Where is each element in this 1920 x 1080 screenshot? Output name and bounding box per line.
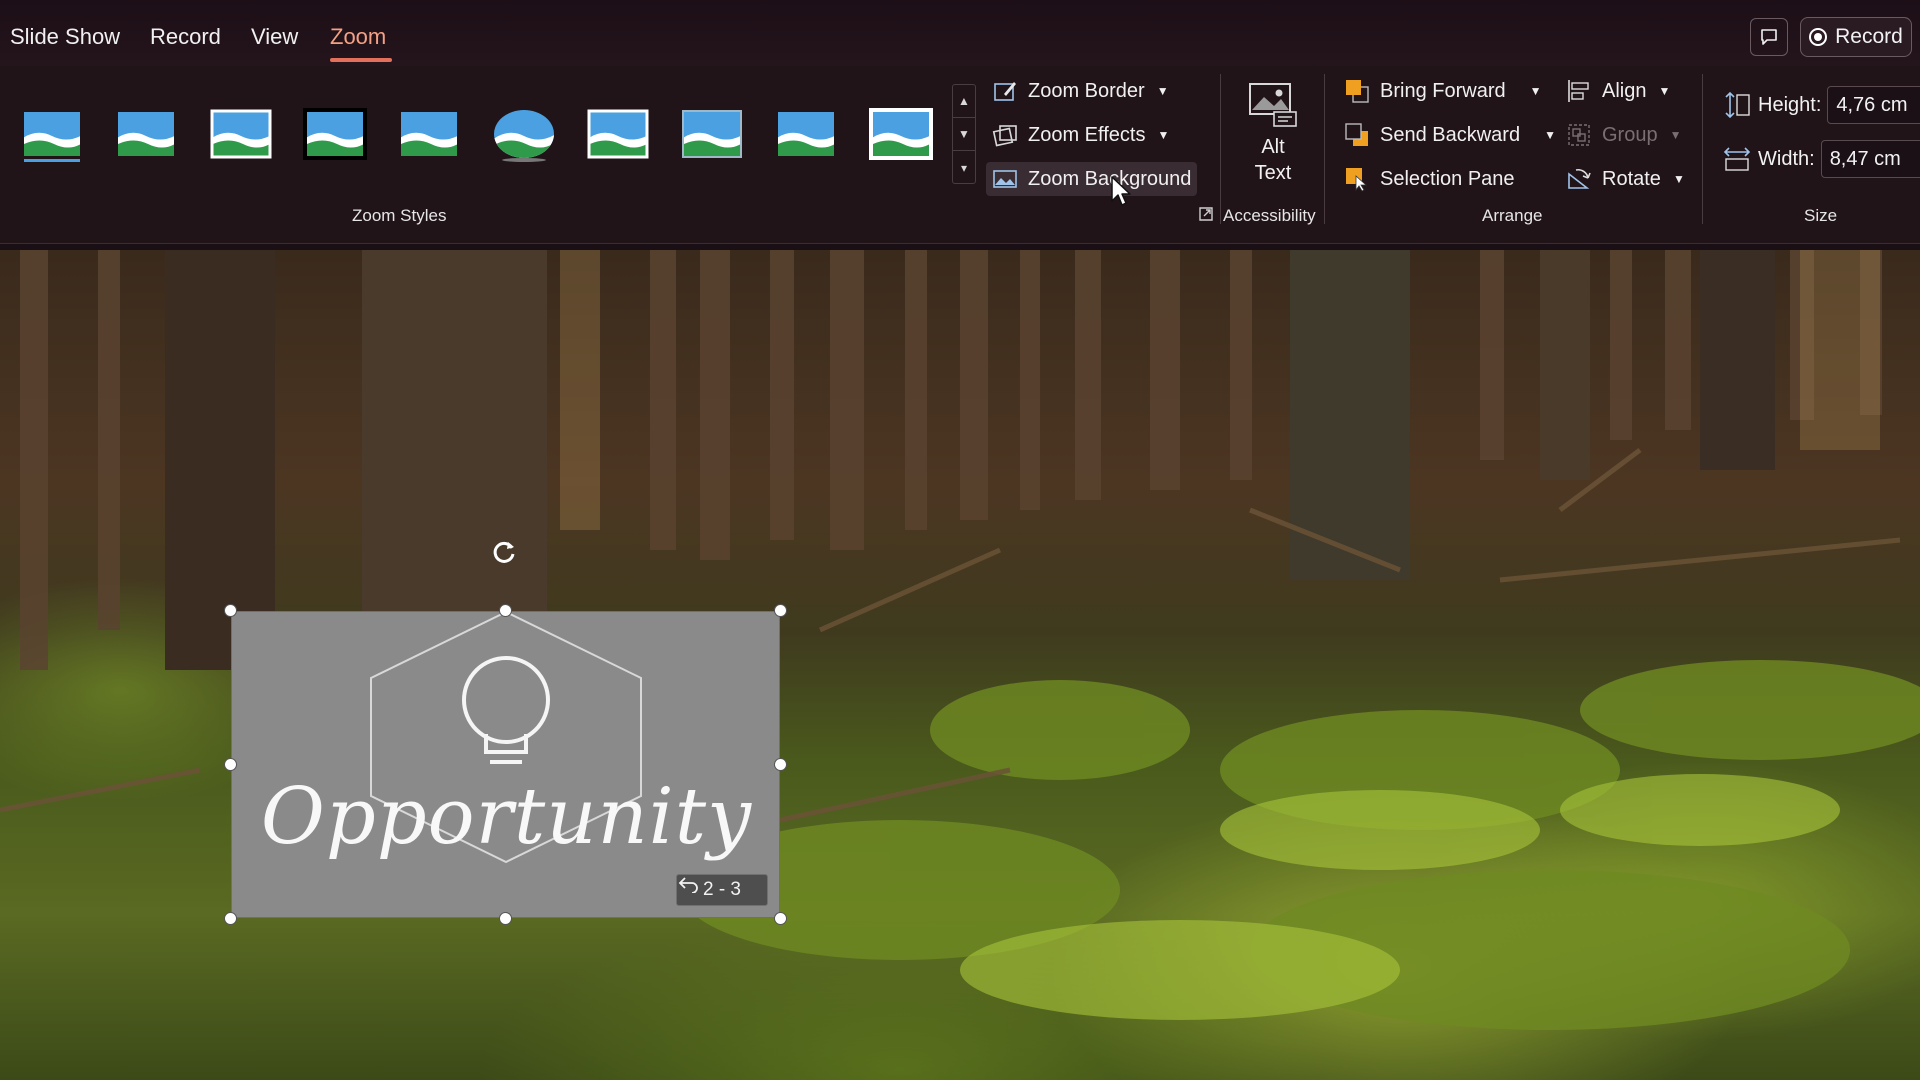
zoom-effects-icon bbox=[992, 122, 1018, 148]
selection-pane-icon bbox=[1344, 166, 1370, 192]
zoom-styles-group-label: Zoom Styles bbox=[352, 206, 447, 225]
tab-record[interactable]: Record bbox=[150, 24, 221, 50]
align-button[interactable]: Align ▼ bbox=[1560, 74, 1676, 108]
zoom-border-label: Zoom Border bbox=[1028, 79, 1145, 102]
record-button-label: Record bbox=[1835, 25, 1903, 48]
ribbon-separator bbox=[1324, 74, 1325, 224]
zoom-effects-button[interactable]: Zoom Effects ▼ bbox=[986, 118, 1175, 152]
gallery-down-icon[interactable]: ▼ bbox=[953, 118, 975, 151]
gallery-scroll: ▲ ▼ ▾ bbox=[952, 84, 976, 184]
zoom-object-title: Opportunity bbox=[260, 772, 753, 862]
active-tab-indicator bbox=[330, 58, 392, 62]
chevron-down-icon: ▼ bbox=[1672, 172, 1685, 186]
record-button[interactable]: Record bbox=[1800, 17, 1912, 57]
bring-forward-button[interactable]: Bring Forward ▼ bbox=[1338, 74, 1548, 108]
zoom-style-thumbnail[interactable] bbox=[114, 106, 178, 162]
slide-canvas[interactable]: Opportunity 2 - 3 bbox=[0, 250, 1920, 1080]
alt-text-icon bbox=[1249, 83, 1297, 127]
height-input[interactable]: 4,76 cm bbox=[1827, 86, 1920, 124]
comments-button[interactable] bbox=[1750, 18, 1788, 56]
chevron-down-icon: ▼ bbox=[1156, 84, 1169, 98]
chevron-down-icon[interactable]: ▼ bbox=[1544, 128, 1556, 142]
height-icon bbox=[1725, 91, 1750, 119]
rotate-icon bbox=[1566, 166, 1592, 192]
group-button[interactable]: Group ▼ bbox=[1560, 118, 1687, 152]
tab-view[interactable]: View bbox=[251, 24, 298, 50]
group-label: Group bbox=[1602, 123, 1658, 146]
zoom-border-button[interactable]: Zoom Border ▼ bbox=[986, 74, 1175, 108]
mouse-cursor-icon bbox=[1111, 176, 1131, 206]
rotate-button[interactable]: Rotate ▼ bbox=[1560, 162, 1691, 196]
gallery-more-icon[interactable]: ▾ bbox=[953, 151, 975, 184]
bring-forward-icon bbox=[1344, 78, 1370, 104]
accessibility-group-label: Accessibility bbox=[1223, 206, 1316, 225]
zoom-object[interactable]: Opportunity 2 - 3 bbox=[231, 611, 780, 918]
tab-zoom[interactable]: Zoom bbox=[330, 24, 386, 50]
alt-text-label-line2: Text bbox=[1254, 162, 1292, 184]
width-input[interactable]: 8,47 cm bbox=[1820, 140, 1920, 178]
zoom-border-icon bbox=[992, 78, 1018, 104]
tab-slide-show[interactable]: Slide Show bbox=[10, 24, 120, 50]
alt-text-button[interactable]: Alt Text bbox=[1240, 80, 1306, 192]
size-group-label: Size bbox=[1804, 206, 1838, 225]
align-icon bbox=[1566, 78, 1592, 104]
selection-pane-button[interactable]: Selection Pane bbox=[1338, 162, 1521, 196]
bring-forward-label: Bring Forward bbox=[1380, 79, 1506, 102]
zoom-style-thumbnail[interactable] bbox=[492, 106, 556, 162]
height-row: Height: 4,76 cm bbox=[1722, 86, 1920, 124]
chevron-down-icon[interactable]: ▼ bbox=[1530, 84, 1542, 98]
resize-handle-bottom-right[interactable] bbox=[774, 912, 787, 925]
alt-text-label-line1: Alt bbox=[1261, 136, 1285, 158]
chevron-down-icon: ▼ bbox=[1669, 128, 1682, 142]
zoom-thumbnail-graphic bbox=[370, 612, 642, 864]
zoom-style-thumbnail[interactable] bbox=[586, 106, 650, 162]
width-row: Width: 8,47 cm bbox=[1722, 140, 1920, 178]
arrange-group-label: Arrange bbox=[1482, 206, 1543, 225]
zoom-style-thumbnail[interactable] bbox=[302, 106, 367, 162]
width-label: Width: bbox=[1758, 147, 1815, 170]
zoom-slide-range: 2 - 3 bbox=[702, 879, 742, 900]
zoom-style-thumbnail[interactable] bbox=[397, 106, 461, 162]
resize-handle-top-right[interactable] bbox=[774, 604, 787, 617]
align-label: Align bbox=[1602, 79, 1647, 102]
record-icon bbox=[1809, 28, 1828, 46]
selection-pane-label: Selection Pane bbox=[1380, 167, 1515, 190]
zoom-effects-label: Zoom Effects bbox=[1028, 123, 1146, 146]
zoom-background-button[interactable]: Zoom Background bbox=[986, 162, 1198, 196]
group-icon bbox=[1566, 122, 1592, 148]
width-icon bbox=[1723, 147, 1751, 171]
send-backward-label: Send Backward bbox=[1380, 123, 1521, 146]
zoom-style-thumbnail[interactable] bbox=[774, 106, 838, 162]
ribbon-separator bbox=[1220, 74, 1221, 224]
resize-handle-bottom[interactable] bbox=[499, 912, 512, 925]
return-arrow-icon bbox=[678, 877, 698, 893]
resize-handle-left[interactable] bbox=[224, 758, 237, 771]
zoom-return-badge: 2 - 3 bbox=[676, 874, 768, 906]
ribbon-separator bbox=[1702, 74, 1703, 224]
zoom-style-thumbnail[interactable] bbox=[868, 106, 933, 162]
send-backward-icon bbox=[1344, 122, 1370, 148]
dialog-launcher-icon[interactable] bbox=[1198, 206, 1214, 222]
chevron-down-icon: ▼ bbox=[1157, 128, 1170, 142]
comment-icon bbox=[1761, 29, 1777, 45]
chevron-down-icon: ▼ bbox=[1658, 84, 1671, 98]
gallery-up-icon[interactable]: ▲ bbox=[953, 85, 975, 118]
zoom-style-thumbnail[interactable] bbox=[20, 106, 84, 162]
send-backward-button[interactable]: Send Backward ▼ bbox=[1338, 118, 1562, 152]
rotate-label: Rotate bbox=[1602, 167, 1661, 190]
resize-handle-top-left[interactable] bbox=[224, 604, 237, 617]
resize-handle-bottom-left[interactable] bbox=[224, 912, 237, 925]
zoom-background-icon bbox=[992, 166, 1018, 192]
zoom-style-thumbnail[interactable] bbox=[680, 106, 744, 162]
height-label: Height: bbox=[1758, 93, 1822, 116]
resize-handle-right[interactable] bbox=[774, 758, 787, 771]
zoom-style-thumbnail[interactable] bbox=[209, 106, 273, 162]
menu-bar: Slide Show Record View Zoom Record bbox=[0, 0, 1920, 66]
rotate-handle-icon[interactable] bbox=[488, 536, 520, 568]
resize-handle-top[interactable] bbox=[499, 604, 512, 617]
